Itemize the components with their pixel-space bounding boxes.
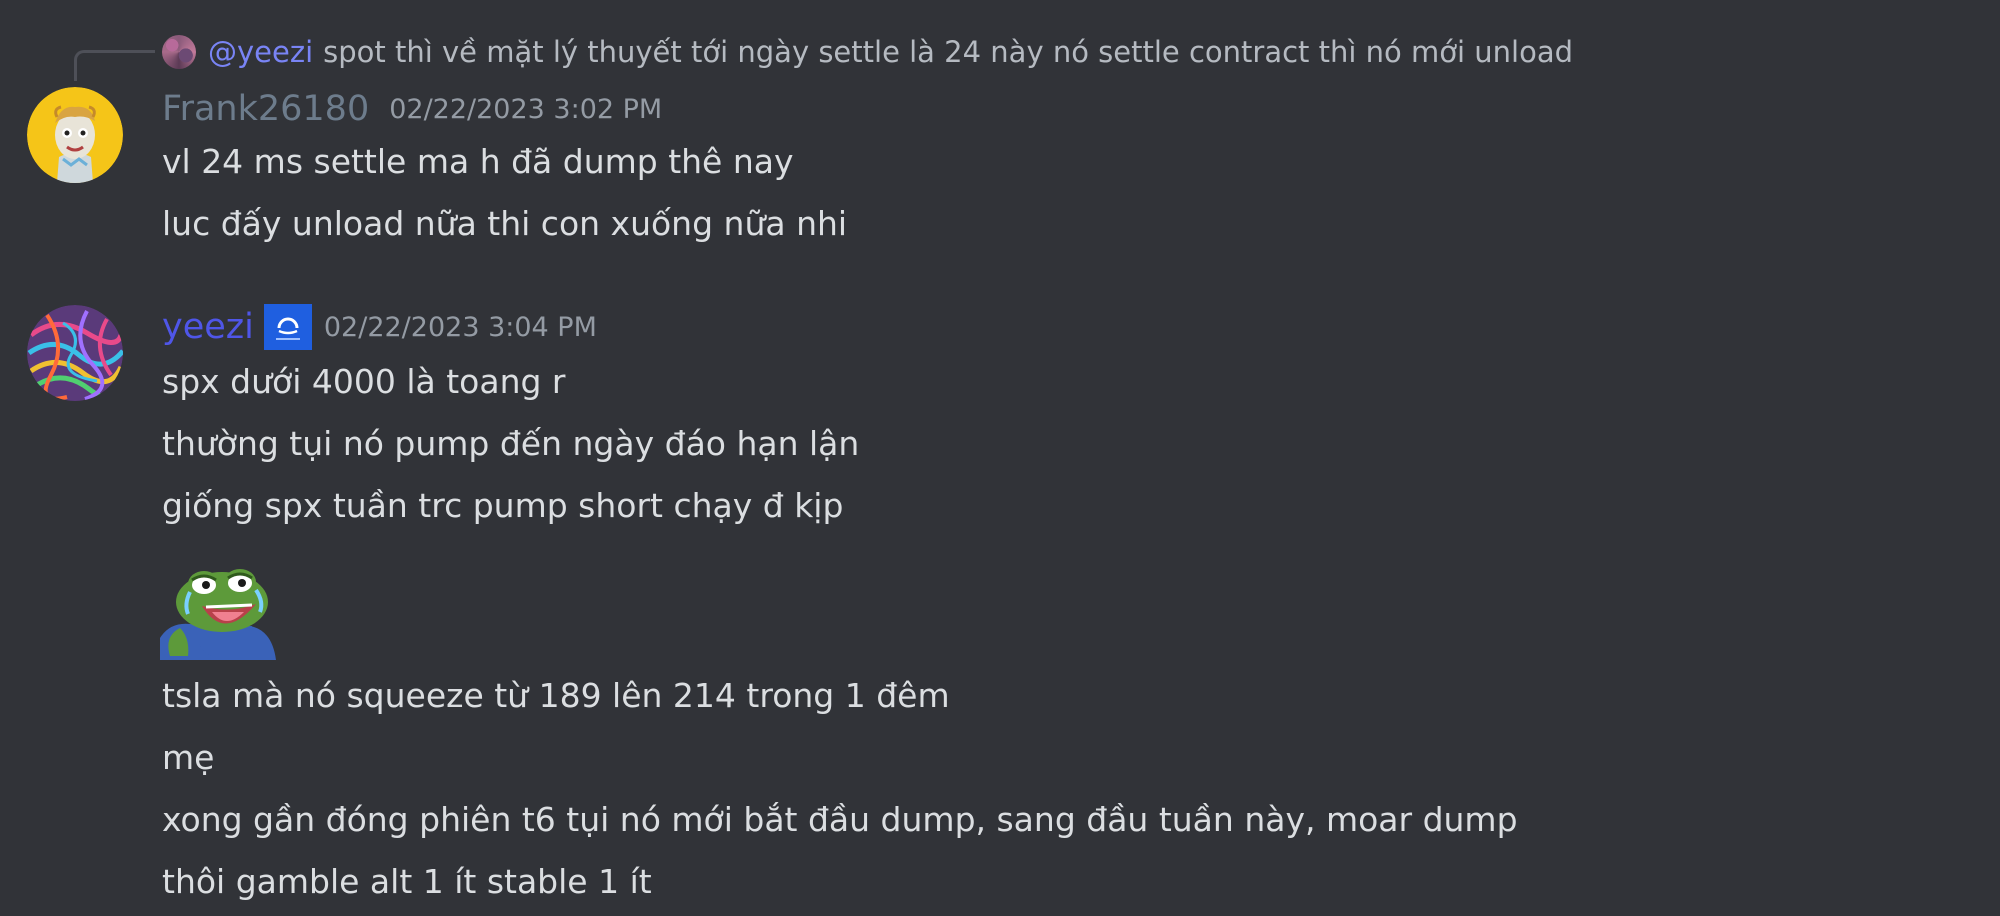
reply-preview[interactable]: @yeezi spot thì về mặt lý thuyết tới ngà…	[162, 30, 1573, 74]
message-line: spx dưới 4000 là toang r	[162, 361, 566, 401]
reply-text[interactable]: spot thì về mặt lý thuyết tới ngày settl…	[323, 35, 1573, 69]
username-frank[interactable]: Frank26180	[162, 89, 369, 129]
username-yeezi[interactable]: yeezi	[162, 307, 254, 347]
avatar-yeezi[interactable]	[27, 305, 123, 401]
reply-connector	[74, 50, 155, 81]
timestamp-frank[interactable]: 02/22/2023 3:02 PM	[389, 94, 662, 125]
timestamp-yeezi[interactable]: 02/22/2023 3:04 PM	[324, 312, 597, 343]
pepe-laughing-crying-emoji[interactable]	[160, 560, 280, 660]
message-line: thôi gamble alt 1 ít stable 1 ít	[162, 861, 652, 901]
reply-mention[interactable]: @yeezi	[208, 35, 313, 69]
reply-avatar[interactable]	[162, 35, 196, 69]
message-line: giống spx tuần trc pump short chạy đ kịp	[162, 485, 844, 525]
message-header-yeezi: yeezi 02/22/2023 3:04 PM	[162, 304, 597, 350]
message-line: xong gần đóng phiên t6 tụi nó mới bắt đầ…	[162, 799, 1518, 839]
message-header-frank: Frank26180 02/22/2023 3:02 PM	[162, 86, 662, 132]
message-line: luc đấy unload nữa thi con xuống nữa nhi	[162, 203, 848, 243]
role-badge-icon[interactable]	[263, 304, 312, 350]
avatar-frank[interactable]	[27, 87, 123, 183]
message-line: thường tụi nó pump đến ngày đáo hạn lận	[162, 423, 860, 463]
message-line: vl 24 ms settle ma h đã dump thê nay	[162, 141, 794, 181]
message-line: tsla mà nó squeeze từ 189 lên 214 trong …	[162, 675, 950, 715]
message-line: mẹ	[162, 737, 215, 777]
